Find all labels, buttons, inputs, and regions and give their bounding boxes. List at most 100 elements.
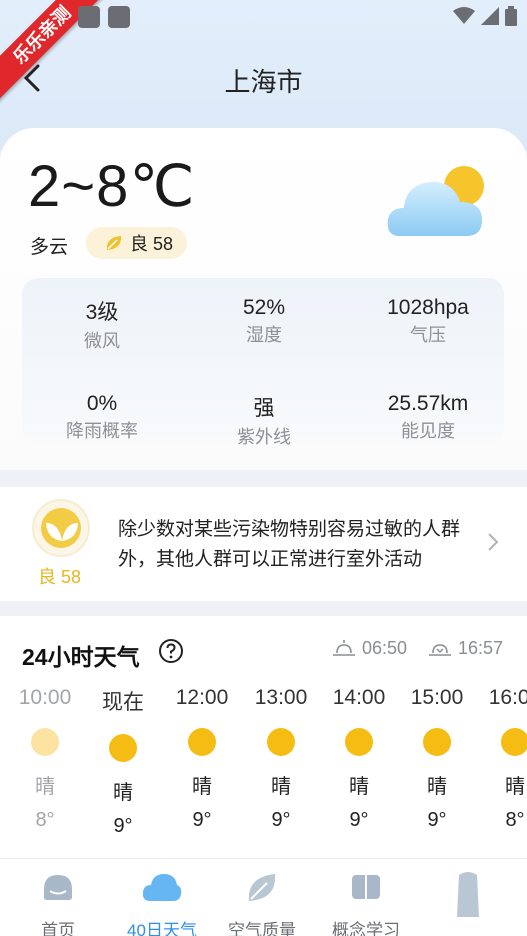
sun-icon <box>267 728 295 756</box>
sun-icon <box>31 728 59 756</box>
aqi-pill-label: 良 58 <box>130 234 174 254</box>
tab-label: 空气质量 <box>228 921 296 936</box>
hour-temp: 9° <box>349 809 369 831</box>
leaves-icon <box>46 523 78 541</box>
hour-condition: 晴 <box>35 776 55 798</box>
home-icon <box>44 875 72 900</box>
page-title: 上海市 <box>224 67 303 97</box>
hour-time: 13:00 <box>254 686 308 709</box>
tab-label: 40日天气 <box>127 921 197 936</box>
hour-temp: 8° <box>505 809 525 831</box>
status-bar: 乐乐亲测 <box>0 0 527 103</box>
hour-condition: 晴 <box>427 776 447 798</box>
stat-label: 紫外线 <box>237 427 291 447</box>
stat-label: 气压 <box>410 325 446 345</box>
stat-label: 降雨概率 <box>66 421 138 441</box>
sunrise-icon <box>333 639 355 656</box>
sun-icon <box>345 728 373 756</box>
partly-cloudy-icon <box>387 166 484 236</box>
aqi-description: 除少数对某些污染物特别容易过敏的人群外，其他人群可以正常进行室外活动 <box>118 519 461 570</box>
sunset: 16:57 <box>428 638 503 659</box>
weather-condition: 多云 <box>30 237 69 258</box>
sunrise: 06:50 <box>332 638 407 659</box>
hour-time: 14:00 <box>332 686 386 709</box>
sun-icon <box>423 728 451 756</box>
hour-temp: 8° <box>35 809 55 831</box>
battery-icon <box>505 6 517 26</box>
hour-temp: 9° <box>192 809 212 831</box>
tab-home[interactable]: 首页 <box>6 859 110 936</box>
sun-icon <box>501 728 527 756</box>
hour-time: 10:00 <box>18 686 72 709</box>
stat-label: 湿度 <box>246 325 282 345</box>
tab-40-day[interactable]: 40日天气 <box>110 859 214 936</box>
stat-rain-chance: 0% 降雨概率 <box>22 392 182 443</box>
current-weather-card: 2~8℃ 多云 良 58 3级 微风 52% 湿度 1028hpa 气压 0% … <box>0 128 527 470</box>
sunrise-time: 06:50 <box>362 638 408 658</box>
aqi-badge-icon <box>32 499 90 557</box>
hour-condition: 晴 <box>192 776 212 798</box>
stat-label: 能见度 <box>401 421 455 441</box>
hour-condition: 晴 <box>505 776 525 798</box>
sun-icon <box>109 734 137 762</box>
stat-wind: 3级 微风 <box>22 296 182 353</box>
header: 上海市 <box>0 50 527 106</box>
hour-condition: 晴 <box>113 782 133 804</box>
hourly-scroll-list[interactable]: 10:00 晴 8° 现在 晴 9° 12:00 晴 9° 13:00 晴 9°… <box>0 686 527 856</box>
wifi-icon <box>453 7 475 24</box>
hour-time: 现在 <box>102 691 144 714</box>
stat-value: 3级 <box>85 301 119 324</box>
signal-icon <box>481 7 499 25</box>
hour-time: 16:00 <box>488 686 527 709</box>
hour-time: 12:00 <box>175 686 229 709</box>
aqi-badge-label: 良 58 <box>38 567 82 587</box>
temperature-range: 2~8℃ <box>28 154 196 219</box>
hour-item: 现在 晴 9° <box>84 686 162 838</box>
hourly-title: 24小时天气 <box>22 644 140 670</box>
hour-temp: 9° <box>271 809 291 831</box>
leaf-icon <box>248 874 276 901</box>
hour-time: 15:00 <box>410 686 464 709</box>
hourly-forecast-card: 24小时天气 06:50 16:57 10:00 晴 8° 现在 晴 9° 12… <box>0 616 527 858</box>
tab-label: 概念学习 <box>332 921 400 936</box>
stat-value: 52% <box>242 296 286 319</box>
weather-stats: 3级 微风 52% 湿度 1028hpa 气压 0% 降雨概率 强 紫外线 25… <box>22 278 504 447</box>
hour-item: 15:00 晴 9° <box>398 686 476 832</box>
stat-visibility: 25.57km 能见度 <box>348 392 508 443</box>
tab-label: 首页 <box>41 921 75 936</box>
tab-concept-learning[interactable]: 概念学习 <box>314 859 418 936</box>
stat-value: 1028hpa <box>387 296 469 319</box>
tower-icon <box>457 872 479 917</box>
stat-value: 25.57km <box>387 392 469 415</box>
hour-item: 13:00 晴 9° <box>242 686 320 832</box>
app-icon <box>108 6 130 28</box>
hour-item: 10:00 晴 8° <box>6 686 84 832</box>
help-icon[interactable] <box>158 638 184 664</box>
stat-value: 强 <box>253 397 275 420</box>
cloud-icon <box>142 874 182 901</box>
tab-more[interactable] <box>416 859 520 936</box>
hour-temp: 9° <box>427 809 447 831</box>
tab-air-quality[interactable]: 空气质量 <box>210 859 314 936</box>
stat-value: 0% <box>86 392 118 415</box>
hour-item: 16:00 晴 8° <box>476 686 527 832</box>
hour-condition: 晴 <box>349 776 369 798</box>
aqi-pill[interactable]: 良 58 <box>86 227 188 259</box>
chevron-right-icon[interactable] <box>484 531 502 553</box>
notification-icon <box>78 6 100 28</box>
hour-item: 12:00 晴 9° <box>163 686 241 832</box>
bottom-tab-bar: 首页 40日天气 空气质量 概念学习 <box>0 858 527 936</box>
air-quality-card[interactable]: 良 58 除少数对某些污染物特别容易过敏的人群外，其他人群可以正常进行室外活动 <box>0 487 527 601</box>
hour-item: 14:00 晴 9° <box>320 686 398 832</box>
book-icon <box>352 875 380 899</box>
sunset-icon <box>429 643 451 656</box>
stat-humidity: 52% 湿度 <box>184 296 344 347</box>
sunset-time: 16:57 <box>458 638 504 658</box>
sun-icon <box>188 728 216 756</box>
stat-pressure: 1028hpa 气压 <box>348 296 508 347</box>
stat-uv: 强 紫外线 <box>184 392 344 449</box>
leaf-icon <box>106 236 122 250</box>
hour-temp: 9° <box>113 815 133 837</box>
hour-condition: 晴 <box>271 776 291 798</box>
stat-label: 微风 <box>84 331 120 351</box>
